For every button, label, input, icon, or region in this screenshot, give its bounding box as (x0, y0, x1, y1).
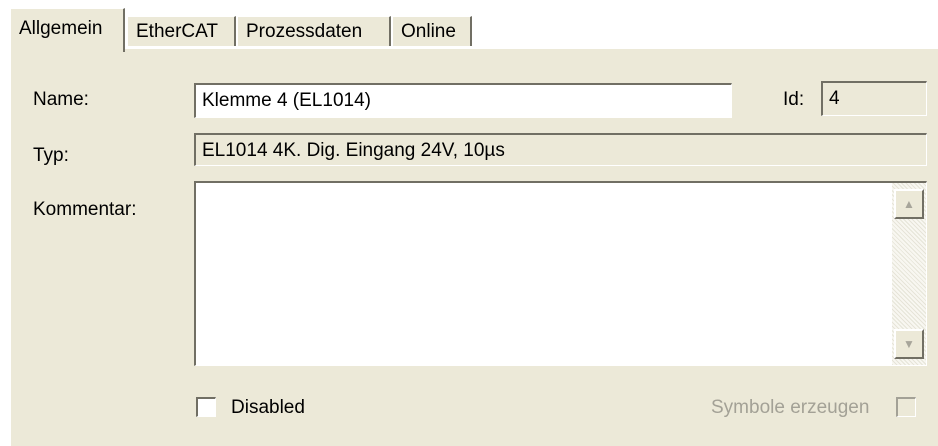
tab-allgemein[interactable]: Allgemein (10, 8, 125, 52)
type-field: EL1014 4K. Dig. Eingang 24V, 10µs (194, 133, 927, 166)
comment-scrollbar[interactable]: ▲ ▼ (892, 183, 926, 365)
disabled-checkbox[interactable] (196, 397, 216, 417)
type-label: Typ: (33, 145, 69, 166)
comment-textarea[interactable]: ▲ ▼ (194, 181, 927, 366)
comment-label: Kommentar: (33, 199, 137, 220)
general-panel: Name: Klemme 4 (EL1014) Id: 4 Typ: EL101… (10, 48, 938, 446)
tab-ethercat[interactable]: EtherCAT (127, 16, 236, 46)
disabled-label: Disabled (231, 397, 305, 418)
tab-online[interactable]: Online (392, 16, 472, 46)
properties-window: Allgemein EtherCAT Prozessdaten Online N… (0, 0, 938, 446)
id-label: Id: (783, 89, 805, 110)
name-label: Name: (33, 89, 89, 110)
symbols-checkbox (896, 397, 916, 417)
name-input[interactable]: Klemme 4 (EL1014) (194, 83, 732, 118)
id-field: 4 (821, 81, 927, 116)
symbols-label: Symbole erzeugen (711, 397, 870, 418)
tab-prozessdaten[interactable]: Prozessdaten (237, 16, 391, 46)
tab-strip: Allgemein EtherCAT Prozessdaten Online (0, 0, 938, 52)
scroll-down-icon[interactable]: ▼ (894, 329, 924, 359)
scroll-up-icon[interactable]: ▲ (894, 189, 924, 219)
